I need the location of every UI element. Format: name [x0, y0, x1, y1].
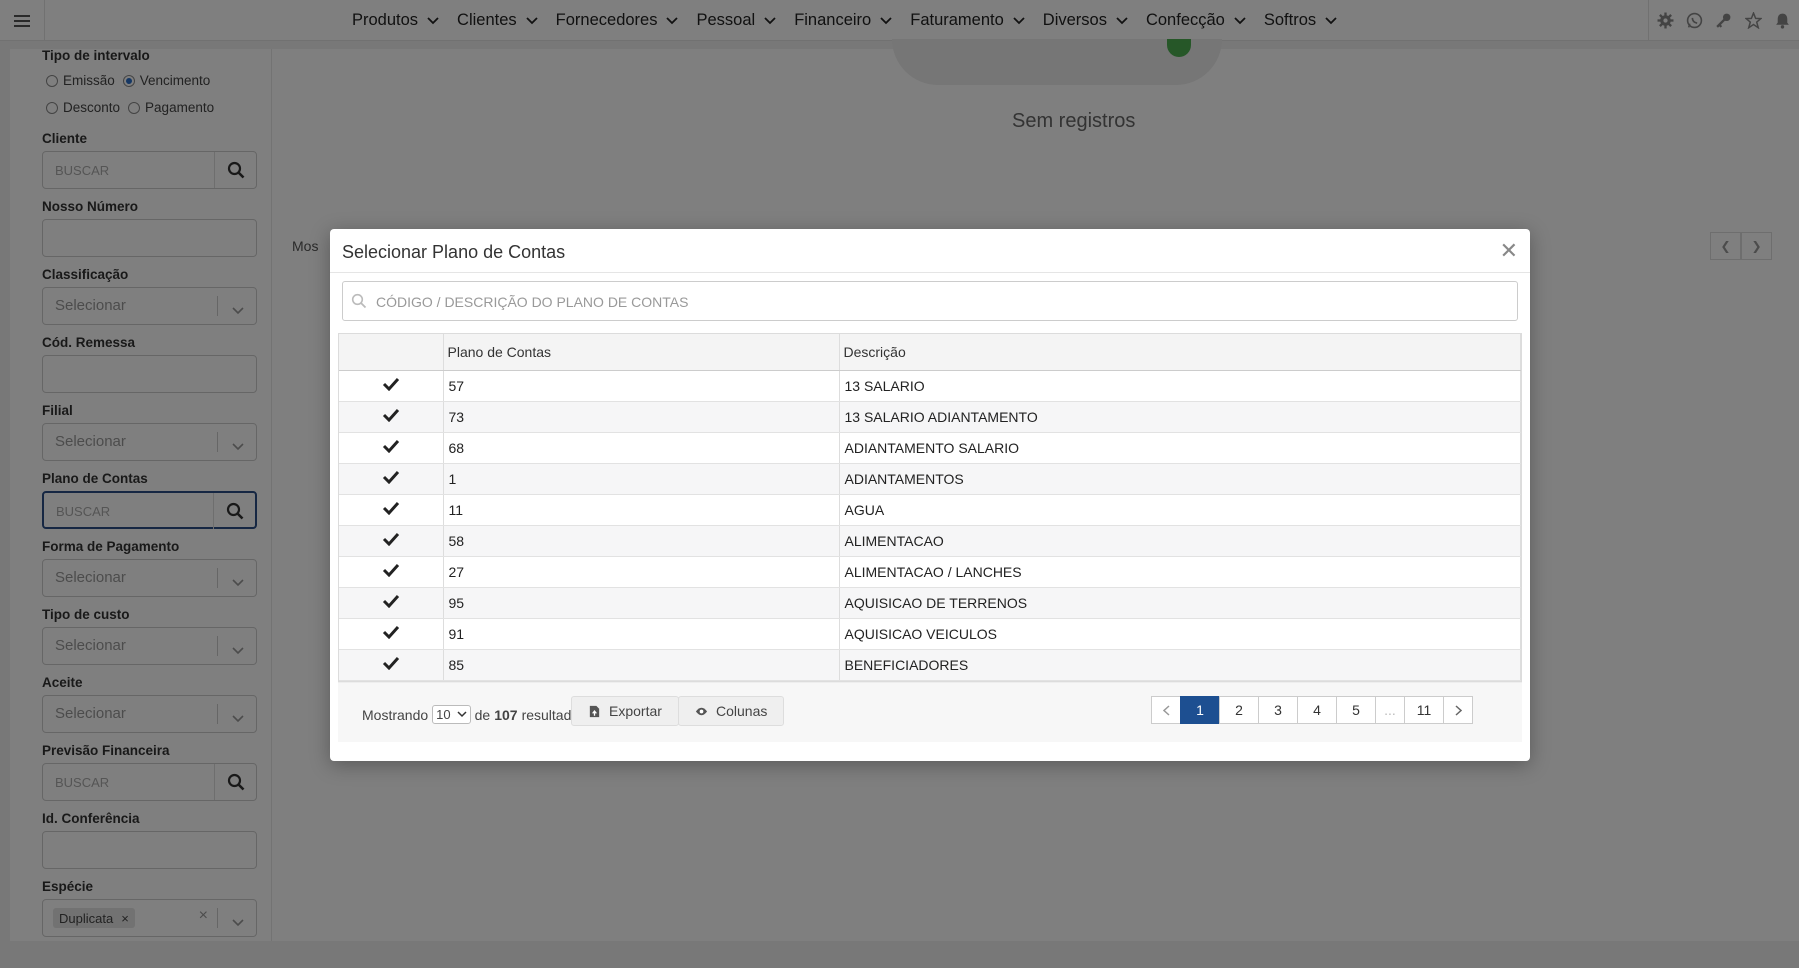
- plano-code-cell: 95: [443, 587, 840, 619]
- modal-footer: Mostrando 10 de 107 resultados Exportar …: [338, 682, 1522, 742]
- eye-icon: [695, 707, 708, 715]
- check-icon: [382, 501, 399, 516]
- plano-desc-cell: ADIANTAMENTO SALARIO: [839, 432, 1521, 464]
- select-row-cell[interactable]: [339, 370, 444, 402]
- select-row-cell[interactable]: [339, 556, 444, 588]
- plano-code-cell: 27: [443, 556, 840, 588]
- select-row-cell[interactable]: [339, 649, 444, 681]
- search-icon: [351, 293, 367, 309]
- select-row-cell[interactable]: [339, 401, 444, 433]
- pagination: 1 2 3 4 5... 11: [1151, 696, 1473, 724]
- check-icon: [382, 625, 399, 640]
- plano-desc-cell: 13 SALARIO ADIANTAMENTO: [839, 401, 1521, 433]
- table-row[interactable]: 73 13 SALARIO ADIANTAMENTO: [339, 401, 1521, 433]
- table-row[interactable]: 85 BENEFICIADORES: [339, 649, 1521, 681]
- column-header-descricao[interactable]: Descrição: [839, 334, 1521, 371]
- plano-code-cell: 85: [443, 649, 840, 681]
- plano-code-cell: 11: [443, 494, 840, 526]
- chevron-left-icon: [1162, 704, 1170, 716]
- page-button-4[interactable]: 4: [1297, 696, 1337, 724]
- plano-code-cell: 73: [443, 401, 840, 433]
- plano-desc-cell: AGUA: [839, 494, 1521, 526]
- check-icon: [382, 594, 399, 609]
- table-row[interactable]: 95 AQUISICAO DE TERRENOS: [339, 587, 1521, 619]
- table-row[interactable]: 91 AQUISICAO VEICULOS: [339, 618, 1521, 650]
- per-page-select[interactable]: 10: [432, 705, 471, 724]
- select-row-cell[interactable]: [339, 432, 444, 464]
- select-row-cell[interactable]: [339, 618, 444, 650]
- chevron-right-icon: [1454, 704, 1462, 716]
- plano-desc-cell: AQUISICAO VEICULOS: [839, 618, 1521, 650]
- check-icon: [382, 408, 399, 423]
- plano-desc-cell: ADIANTAMENTOS: [839, 463, 1521, 495]
- column-header-select: [339, 334, 444, 371]
- plano-code-cell: 1: [443, 463, 840, 495]
- plano-desc-cell: BENEFICIADORES: [839, 649, 1521, 681]
- check-icon: [382, 439, 399, 454]
- plano-search-input[interactable]: CÓDIGO / DESCRIÇÃO DO PLANO DE CONTAS: [342, 281, 1518, 321]
- export-button[interactable]: Exportar: [571, 696, 679, 726]
- pagination-ellipsis[interactable]: ...: [1375, 696, 1405, 724]
- plano-code-cell: 91: [443, 618, 840, 650]
- table-row[interactable]: 58 ALIMENTACAO: [339, 525, 1521, 557]
- check-icon: [382, 563, 399, 578]
- page-button-5[interactable]: 5: [1336, 696, 1376, 724]
- plano-code-cell: 68: [443, 432, 840, 464]
- plano-code-cell: 57: [443, 370, 840, 402]
- select-row-cell[interactable]: [339, 463, 444, 495]
- columns-button[interactable]: Colunas: [678, 696, 785, 726]
- table-row[interactable]: 68 ADIANTAMENTO SALARIO: [339, 432, 1521, 464]
- check-icon: [382, 470, 399, 485]
- plano-table: Plano de Contas Descrição 57 13 SALARIO 73…: [338, 333, 1522, 682]
- plano-desc-cell: 13 SALARIO: [839, 370, 1521, 402]
- select-row-cell[interactable]: [339, 587, 444, 619]
- table-row[interactable]: 57 13 SALARIO: [339, 370, 1521, 402]
- page-button-3[interactable]: 3: [1258, 696, 1298, 724]
- page-button-11[interactable]: 11: [1404, 696, 1444, 724]
- plano-desc-cell: ALIMENTACAO: [839, 525, 1521, 557]
- chevron-down-icon: [457, 711, 467, 718]
- file-export-icon: [589, 705, 600, 717]
- select-row-cell[interactable]: [339, 494, 444, 526]
- next-page-button[interactable]: [1443, 696, 1473, 724]
- check-icon: [382, 656, 399, 671]
- page-button-2[interactable]: 2: [1219, 696, 1259, 724]
- table-header-row: Plano de Contas Descrição: [339, 334, 1521, 371]
- table-row[interactable]: 11 AGUA: [339, 494, 1521, 526]
- plano-code-cell: 58: [443, 525, 840, 557]
- table-row[interactable]: 1 ADIANTAMENTOS: [339, 463, 1521, 495]
- check-icon: [382, 377, 399, 392]
- modal-title: Selecionar Plano de Contas: [342, 242, 566, 262]
- select-plano-contas-modal: Selecionar Plano de Contas ✕ CÓDIGO / DE…: [330, 229, 1530, 761]
- plano-desc-cell: ALIMENTACAO / LANCHES: [839, 556, 1521, 588]
- modal-header: Selecionar Plano de Contas ✕: [330, 229, 1530, 273]
- close-icon[interactable]: ✕: [1500, 238, 1518, 264]
- results-summary: Mostrando 10 de 107 resultados: [362, 705, 587, 724]
- plano-desc-cell: AQUISICAO DE TERRENOS: [839, 587, 1521, 619]
- prev-page-button[interactable]: [1151, 696, 1181, 724]
- page-button-1[interactable]: 1: [1180, 696, 1220, 724]
- total-count: 107: [494, 706, 518, 723]
- select-row-cell[interactable]: [339, 525, 444, 557]
- column-header-plano[interactable]: Plano de Contas: [443, 334, 840, 371]
- table-row[interactable]: 27 ALIMENTACAO / LANCHES: [339, 556, 1521, 588]
- check-icon: [382, 532, 399, 547]
